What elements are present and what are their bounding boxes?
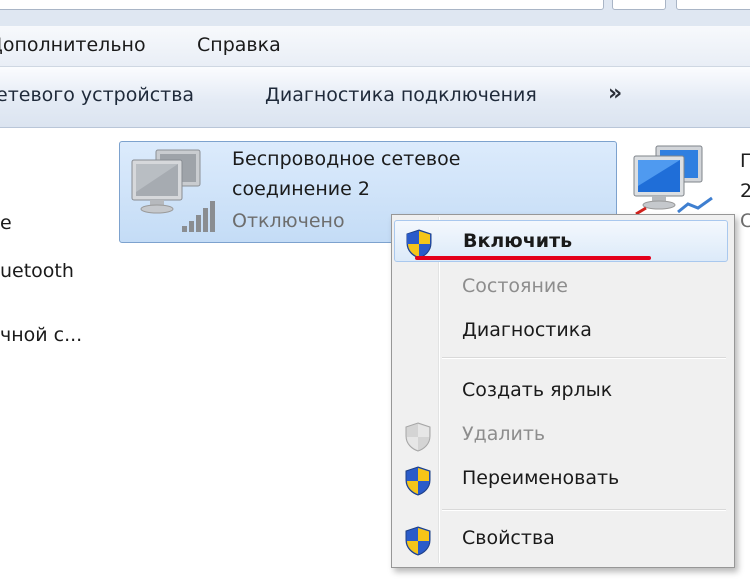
nav-item-fragment-1[interactable]: е — [0, 212, 12, 234]
command-toolbar: етевого устройства Диагностика подключен… — [0, 67, 750, 128]
toolbar-diagnose-connection[interactable]: Диагностика подключения — [265, 84, 537, 106]
menu-item-properties-label: Свойства — [462, 527, 555, 549]
menu-item-status[interactable]: Состояние — [394, 266, 730, 308]
menu-item-delete[interactable]: Удалить — [394, 414, 730, 456]
address-bar[interactable] — [0, 0, 604, 10]
adapter2-status: С — [740, 210, 750, 232]
uac-shield-icon — [404, 526, 432, 560]
menu-item-rename[interactable]: Переименовать — [394, 458, 730, 500]
adapter2-name-line1: П — [740, 150, 750, 172]
annotation-red-underline — [415, 256, 651, 260]
menu-item-delete-label: Удалить — [462, 423, 546, 445]
wireless-network-adapter-icon — [126, 146, 226, 240]
menu-item-diagnostics[interactable]: Диагностика — [394, 310, 730, 352]
menu-item-enable-label: Включить — [463, 230, 573, 252]
toolbar-disable-device[interactable]: етевого устройства — [0, 84, 194, 106]
menu-item-properties[interactable]: Свойства — [394, 518, 730, 560]
search-box[interactable] — [676, 0, 750, 10]
menu-item-rename-label: Переименовать — [462, 467, 620, 489]
adapter2-name-line2: 2 — [740, 180, 750, 202]
nav-item-fragment-3[interactable]: чной с... — [0, 324, 82, 346]
uac-shield-disabled-icon — [404, 422, 432, 456]
menu-item-diagnostics-label: Диагностика — [462, 319, 592, 341]
toolbar-more-chevron-icon[interactable]: » — [608, 81, 622, 106]
adapter-name-line2: соединение 2 — [232, 178, 370, 200]
menu-separator — [442, 357, 726, 359]
menu-additional[interactable]: Дополнительно — [0, 34, 146, 56]
adapter-status: Отключено — [232, 210, 345, 232]
menu-help[interactable]: Справка — [197, 34, 281, 56]
nav-item-bluetooth[interactable]: uetooth — [0, 260, 74, 282]
menu-item-status-label: Состояние — [462, 275, 568, 297]
context-menu: Включить Состояние Диагностика Создать я… — [391, 214, 735, 568]
address-bar-strip — [0, 0, 750, 26]
adapter-name-line1: Беспроводное сетевое — [232, 148, 461, 170]
uac-shield-icon — [404, 466, 432, 500]
menu-bar: Дополнительно Справка — [0, 26, 750, 67]
menu-separator — [442, 509, 726, 511]
refresh-button[interactable] — [612, 0, 666, 10]
menu-item-create-shortcut[interactable]: Создать ярлык — [394, 370, 730, 412]
menu-item-create-shortcut-label: Создать ярлык — [462, 379, 613, 401]
